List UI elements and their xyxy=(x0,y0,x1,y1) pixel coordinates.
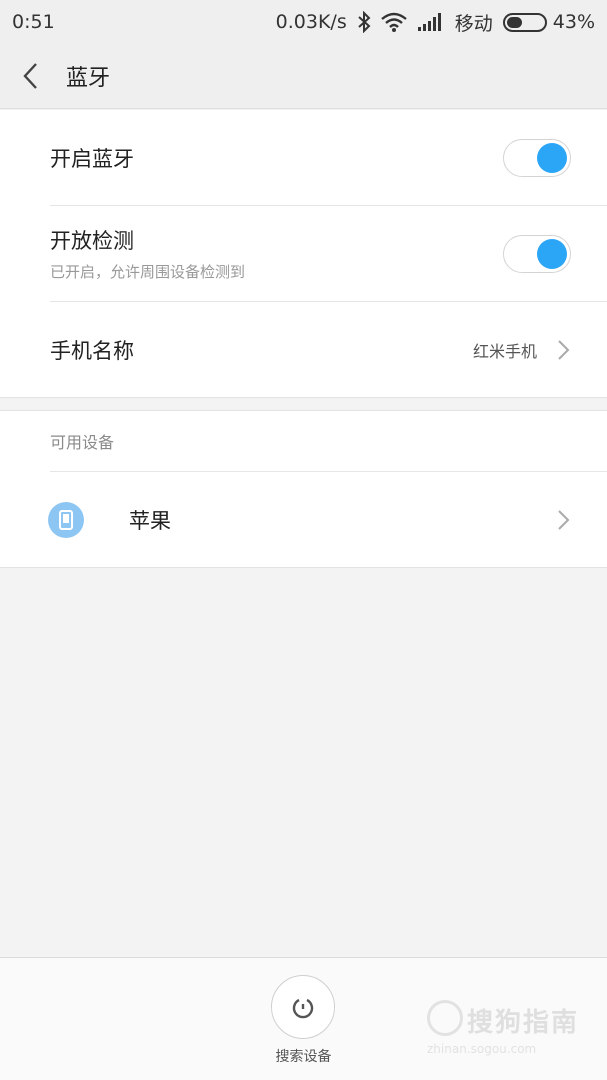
signal-icon xyxy=(417,12,445,32)
device-name-row[interactable]: 手机名称 红米手机 xyxy=(50,302,607,398)
battery-percent: 43% xyxy=(552,11,595,33)
chevron-right-icon xyxy=(558,340,570,360)
bluetooth-icon xyxy=(357,11,371,33)
device-name-value: 红米手机 xyxy=(472,342,537,361)
chevron-right-icon xyxy=(558,510,570,530)
phone-icon xyxy=(48,502,84,538)
bottom-bar: 搜索设备 搜狗指南 zhinan.sogou.com xyxy=(0,957,607,1080)
device-name: 苹果 xyxy=(129,509,171,533)
net-speed: 0.03K/s xyxy=(275,11,347,33)
refresh-search-icon xyxy=(292,998,314,1019)
app-header: 蓝牙 xyxy=(0,44,607,109)
carrier-label: 移动 xyxy=(454,12,493,35)
status-icons: 0.03K/s 移动 43% xyxy=(276,9,595,36)
battery-icon xyxy=(502,12,547,32)
bluetooth-toggle-row[interactable]: 开启蓝牙 xyxy=(50,110,607,206)
device-list-item[interactable]: 苹果 xyxy=(0,472,607,568)
available-devices-card: 可用设备 苹果 xyxy=(0,410,607,568)
page-title: 蓝牙 xyxy=(66,66,111,91)
status-bar: 0:51 0.03K/s 移动 43% xyxy=(0,0,607,44)
toggle-knob xyxy=(537,142,567,173)
wifi-icon xyxy=(380,12,407,32)
battery-fill xyxy=(506,16,523,28)
watermark-url: zhinan.sogou.com xyxy=(427,1042,537,1056)
available-devices-header: 可用设备 xyxy=(50,411,607,472)
watermark: 搜狗指南 zhinan.sogou.com xyxy=(427,998,587,1068)
back-button[interactable] xyxy=(0,44,60,109)
discoverable-toggle-switch[interactable] xyxy=(503,234,571,273)
toggle-knob xyxy=(537,238,567,269)
chevron-left-icon xyxy=(23,63,37,89)
discoverable-toggle-row[interactable]: 开放检测 已开启，允许周围设备检测到 xyxy=(50,206,607,302)
watermark-title: 搜狗指南 xyxy=(467,1008,580,1038)
bluetooth-settings-card: 开启蓝牙 开放检测 已开启，允许周围设备检测到 手机名称 红米手机 xyxy=(0,110,607,398)
watermark-logo-icon xyxy=(427,1000,463,1036)
status-time: 0:51 xyxy=(12,11,55,33)
search-devices-button[interactable] xyxy=(271,975,335,1039)
battery-indicator: 43% xyxy=(502,11,595,33)
device-name-label: 手机名称 xyxy=(50,339,134,363)
bluetooth-toggle-switch[interactable] xyxy=(503,138,571,177)
